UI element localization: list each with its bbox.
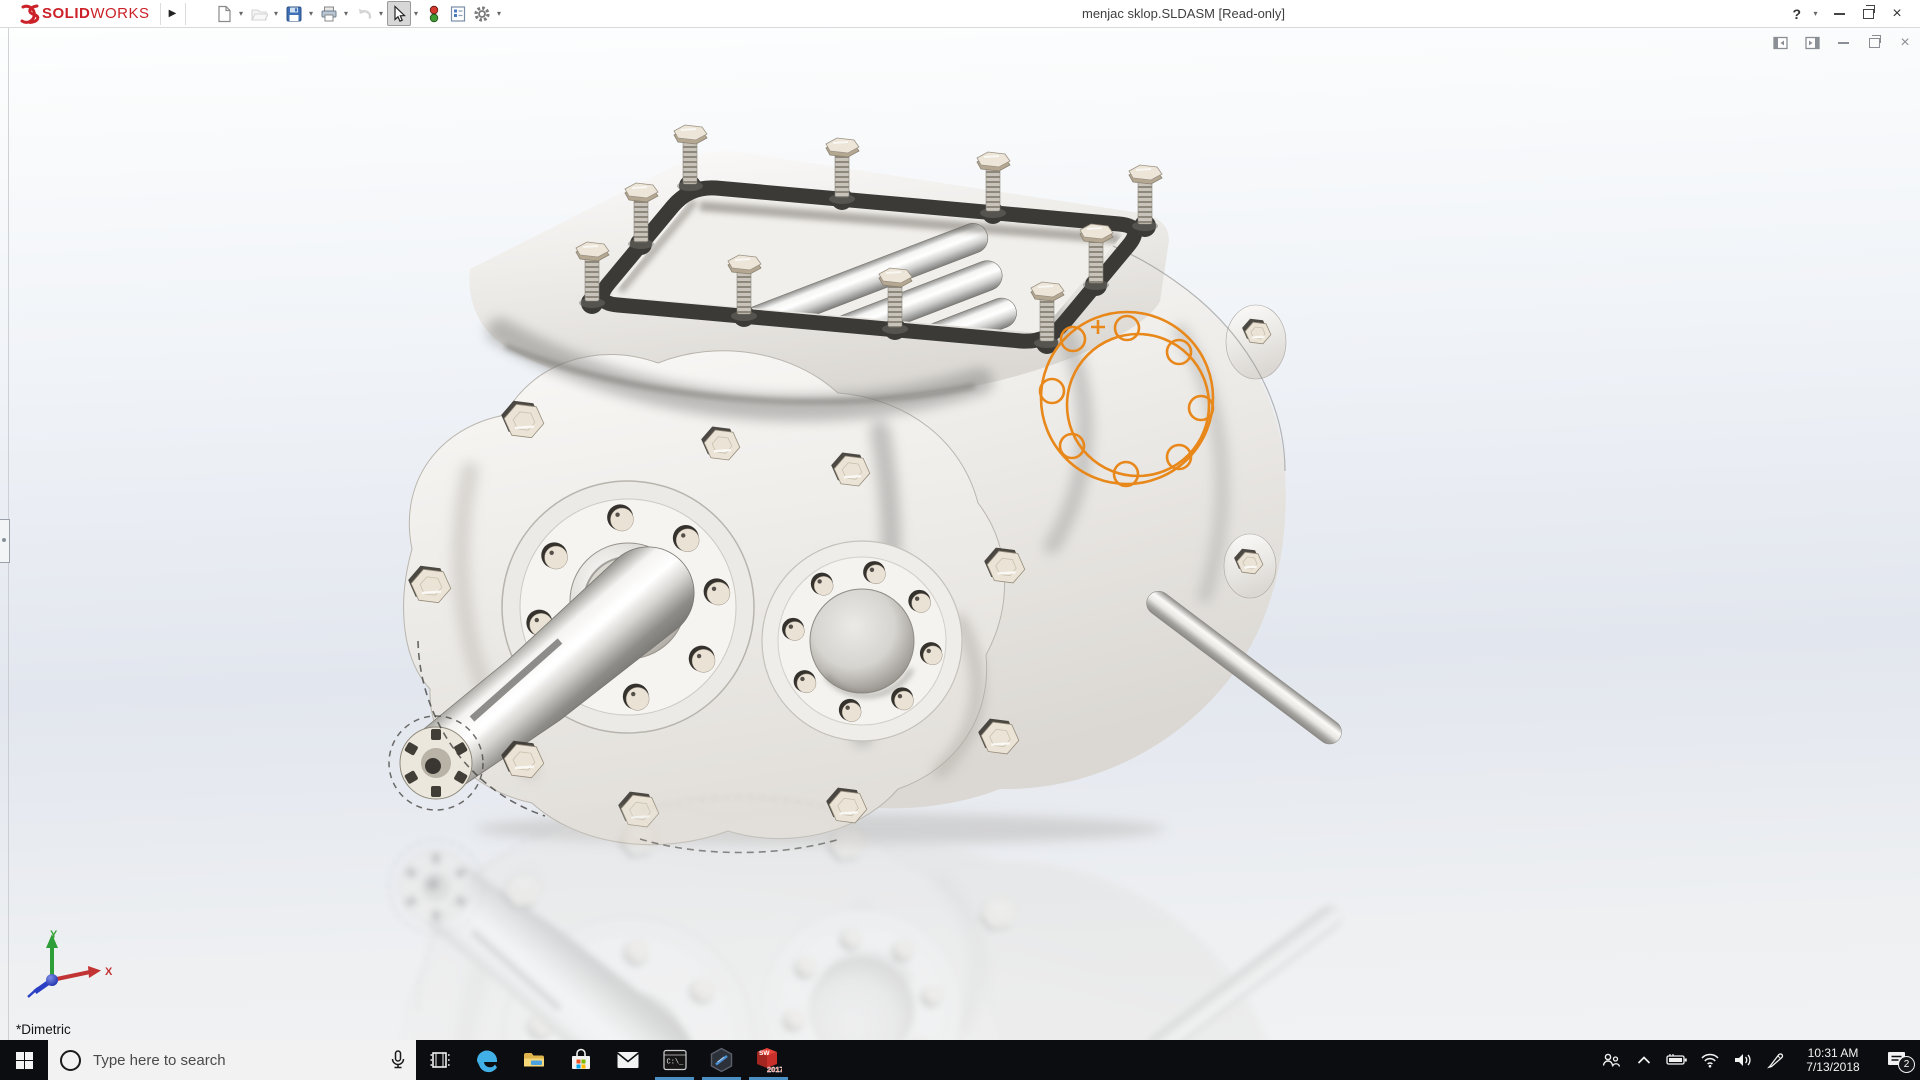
view-orientation-label: *Dimetric bbox=[16, 1022, 71, 1037]
y-axis-label: Y bbox=[50, 929, 58, 941]
solidworks-logo: SOLIDWORKS bbox=[0, 2, 150, 26]
task-view-taskbar-button[interactable] bbox=[416, 1040, 463, 1080]
new-document-icon bbox=[215, 5, 233, 23]
clock-date: 7/13/2018 bbox=[1796, 1060, 1870, 1074]
new-document-caret-icon[interactable]: ▾ bbox=[236, 9, 247, 18]
restore-icon bbox=[1863, 9, 1874, 19]
mail-taskbar-button[interactable] bbox=[604, 1040, 651, 1080]
cortana-icon bbox=[60, 1050, 81, 1071]
windows-taskbar: C:\_ SW 2017 10:31 AM 7/13/2018 2 bbox=[0, 1040, 1920, 1080]
search-input[interactable] bbox=[91, 1051, 380, 1070]
file-properties-button[interactable] bbox=[446, 1, 470, 26]
undo-button[interactable] bbox=[352, 1, 376, 26]
options-icon bbox=[473, 5, 491, 23]
microsoft-edge-taskbar-button[interactable] bbox=[463, 1040, 510, 1080]
command-prompt-taskbar-button[interactable]: C:\_ bbox=[651, 1040, 698, 1080]
open-button[interactable] bbox=[247, 1, 271, 26]
new-document-button[interactable] bbox=[212, 1, 236, 26]
x-axis-label: X bbox=[105, 966, 113, 978]
tray-icons bbox=[1594, 1040, 1792, 1080]
rebuild-button[interactable] bbox=[422, 1, 446, 26]
select-icon bbox=[390, 5, 408, 23]
command-prompt-icon: C:\_ bbox=[663, 1049, 687, 1071]
svg-text:C:\_: C:\_ bbox=[666, 1059, 684, 1067]
solidworks-window: SOLIDWORKS ▶ ▾ ▾ ▾ ▾ ▾ ▾ ▾ menjac sklop.SLDASM… bbox=[0, 0, 1920, 1080]
undo-icon bbox=[355, 5, 373, 23]
chevron-up-tray-icon[interactable] bbox=[1627, 1040, 1660, 1080]
pen-tray-icon[interactable] bbox=[1759, 1040, 1792, 1080]
open-caret-icon[interactable]: ▾ bbox=[271, 9, 282, 18]
minimize-icon bbox=[1834, 13, 1845, 15]
print-icon bbox=[320, 5, 338, 23]
svg-text:2017: 2017 bbox=[767, 1065, 782, 1073]
help-caret-icon[interactable]: ▾ bbox=[1810, 9, 1821, 18]
options-button[interactable] bbox=[470, 1, 494, 26]
quick-toolbar: ▾ ▾ ▾ ▾ ▾ ▾ ▾ bbox=[212, 1, 505, 26]
file-explorer-icon bbox=[522, 1048, 546, 1072]
system-tray: 10:31 AM 7/13/2018 2 bbox=[1594, 1040, 1920, 1080]
document-title: menjac sklop.SLDASM [Read-only] bbox=[1082, 0, 1285, 27]
notification-badge: 2 bbox=[1898, 1056, 1915, 1073]
print-button[interactable] bbox=[317, 1, 341, 26]
doc-minimize-button[interactable] bbox=[1834, 35, 1852, 51]
help-icon[interactable]: ? bbox=[1790, 6, 1803, 22]
doc-close-button[interactable]: × bbox=[1896, 35, 1914, 51]
mail-icon bbox=[616, 1050, 640, 1070]
start-button[interactable] bbox=[0, 1040, 48, 1080]
window-controls: ? ▾ × bbox=[1790, 0, 1920, 27]
microphone-icon[interactable] bbox=[390, 1050, 406, 1070]
taskbar-clock[interactable]: 10:31 AM 7/13/2018 bbox=[1792, 1046, 1874, 1074]
clock-time: 10:31 AM bbox=[1796, 1046, 1870, 1060]
taskbar-search[interactable] bbox=[48, 1040, 416, 1080]
close-icon: × bbox=[1892, 6, 1901, 22]
output-flange[interactable] bbox=[762, 541, 962, 741]
select-button[interactable] bbox=[387, 1, 411, 26]
file-properties-icon bbox=[449, 5, 467, 23]
brand-text: SOLIDWORKS bbox=[42, 5, 150, 22]
svg-text:SW: SW bbox=[759, 1050, 770, 1057]
dock-pane-left-icon[interactable] bbox=[1772, 35, 1790, 51]
gearbox-housing[interactable] bbox=[389, 125, 1346, 853]
microsoft-store-icon bbox=[570, 1048, 592, 1072]
orientation-triad: Y X bbox=[10, 928, 122, 1000]
wifi-tray-icon[interactable] bbox=[1693, 1040, 1726, 1080]
solidworks-2017-taskbar-button[interactable]: SW 2017 bbox=[745, 1040, 792, 1080]
hexagon-3d-app-icon bbox=[709, 1047, 734, 1073]
hexagon-3d-app-taskbar-button[interactable] bbox=[698, 1040, 745, 1080]
graphics-area[interactable]: × Y X *Dimetric bbox=[0, 28, 1920, 1040]
file-explorer-taskbar-button[interactable] bbox=[510, 1040, 557, 1080]
options-caret-icon[interactable]: ▾ bbox=[494, 9, 505, 18]
undo-caret-icon[interactable]: ▾ bbox=[376, 9, 387, 18]
people-tray-icon[interactable] bbox=[1594, 1040, 1627, 1080]
save-icon bbox=[285, 5, 303, 23]
dock-pane-right-icon[interactable] bbox=[1803, 35, 1821, 51]
doc-restore-button[interactable] bbox=[1865, 35, 1883, 51]
windows-logo-icon bbox=[16, 1052, 33, 1069]
microsoft-store-taskbar-button[interactable] bbox=[557, 1040, 604, 1080]
save-button[interactable] bbox=[282, 1, 306, 26]
volume-tray-icon[interactable] bbox=[1726, 1040, 1759, 1080]
gearbox-assembly-model[interactable] bbox=[0, 28, 1920, 1041]
action-center-button[interactable]: 2 bbox=[1874, 1040, 1920, 1080]
solidworks-2017-icon: SW 2017 bbox=[755, 1047, 782, 1073]
save-caret-icon[interactable]: ▾ bbox=[306, 9, 317, 18]
minimize-button[interactable] bbox=[1828, 4, 1850, 24]
solidworks-logo-mark bbox=[10, 2, 40, 26]
microsoft-edge-icon bbox=[474, 1047, 500, 1073]
select-caret-icon[interactable]: ▾ bbox=[411, 9, 422, 18]
close-button[interactable]: × bbox=[1886, 4, 1908, 24]
rebuild-icon bbox=[425, 5, 443, 23]
battery-tray-icon[interactable] bbox=[1660, 1040, 1693, 1080]
print-caret-icon[interactable]: ▾ bbox=[341, 9, 352, 18]
restore-button[interactable] bbox=[1857, 4, 1879, 24]
title-bar: SOLIDWORKS ▶ ▾ ▾ ▾ ▾ ▾ ▾ ▾ menjac sklop.SLDASM… bbox=[0, 0, 1920, 28]
taskbar-apps: C:\_ SW 2017 bbox=[416, 1040, 792, 1080]
document-window-controls: × bbox=[1772, 35, 1914, 51]
task-view-icon bbox=[429, 1049, 451, 1071]
open-icon bbox=[250, 5, 268, 23]
menu-flyout-arrow-icon[interactable]: ▶ bbox=[160, 3, 186, 25]
